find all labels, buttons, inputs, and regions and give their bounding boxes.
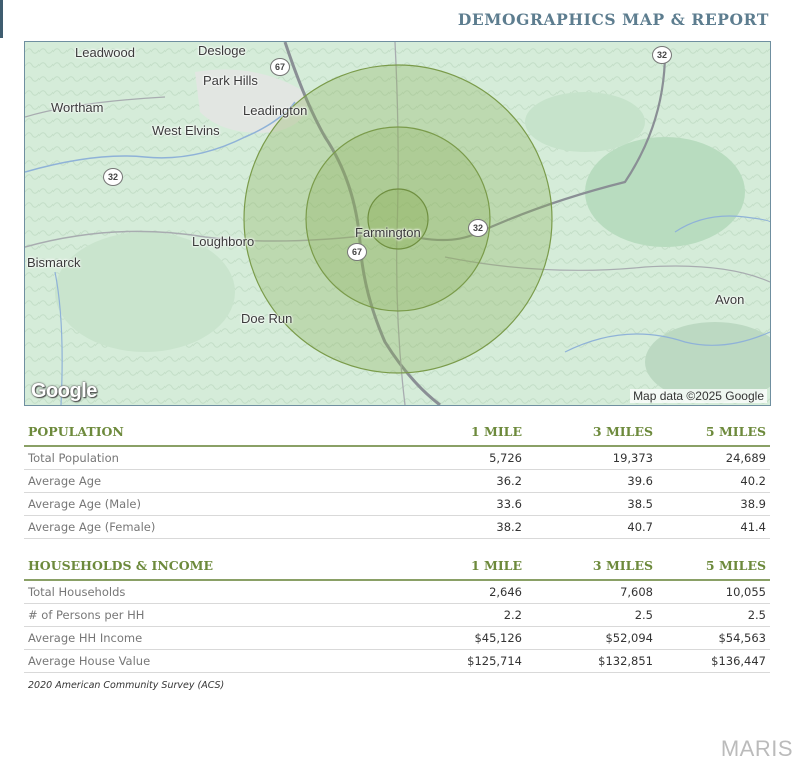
cell-value: 2.5 bbox=[526, 603, 657, 627]
table-row: Average Age (Male) 33.6 38.5 38.9 bbox=[24, 492, 770, 516]
row-label: Average Age bbox=[24, 469, 404, 493]
map-canvas bbox=[25, 42, 770, 405]
source-note: 2020 American Community Survey (ACS) bbox=[28, 680, 225, 691]
cell-value: $132,851 bbox=[526, 649, 657, 673]
cell-value: 33.6 bbox=[404, 492, 526, 516]
cell-value: 2.2 bbox=[404, 603, 526, 627]
cell-value: 24,689 bbox=[657, 446, 770, 470]
table-header-row: POPULATION 1 MILE 3 MILES 5 MILES bbox=[24, 418, 770, 447]
cell-value: $125,714 bbox=[404, 649, 526, 673]
page-title: DEMOGRAPHICS MAP & REPORT bbox=[457, 10, 769, 29]
section-heading: HOUSEHOLDS & INCOME bbox=[24, 552, 404, 581]
place-label-avon: Avon bbox=[715, 292, 745, 307]
table-row: Average House Value $125,714 $132,851 $1… bbox=[24, 649, 770, 673]
row-label: Total Population bbox=[24, 446, 404, 470]
table-row: Average Age 36.2 39.6 40.2 bbox=[24, 469, 770, 493]
column-header: 5 MILES bbox=[657, 418, 770, 447]
cell-value: 40.2 bbox=[657, 469, 770, 493]
route-shield-icon: 32 bbox=[652, 46, 672, 64]
table-row: # of Persons per HH 2.2 2.5 2.5 bbox=[24, 603, 770, 627]
maris-watermark: MARIS bbox=[720, 736, 793, 761]
column-header: 3 MILES bbox=[526, 552, 657, 581]
place-label-farmington: Farmington bbox=[355, 225, 421, 240]
place-label-leadwood: Leadwood bbox=[75, 45, 135, 60]
table-header-row: HOUSEHOLDS & INCOME 1 MILE 3 MILES 5 MIL… bbox=[24, 552, 770, 581]
row-label: Average Age (Female) bbox=[24, 515, 404, 539]
column-header: 1 MILE bbox=[404, 552, 526, 581]
row-label: # of Persons per HH bbox=[24, 603, 404, 627]
cell-value: $45,126 bbox=[404, 626, 526, 650]
row-label: Average Age (Male) bbox=[24, 492, 404, 516]
table-row: Average HH Income $45,126 $52,094 $54,56… bbox=[24, 626, 770, 650]
cell-value: 10,055 bbox=[657, 580, 770, 604]
place-label-desloge: Desloge bbox=[198, 43, 246, 58]
row-label: Average HH Income bbox=[24, 626, 404, 650]
route-shield-icon: 32 bbox=[468, 219, 488, 237]
section-heading: POPULATION bbox=[24, 418, 404, 447]
cell-value: 7,608 bbox=[526, 580, 657, 604]
column-header: 3 MILES bbox=[526, 418, 657, 447]
cell-value: 19,373 bbox=[526, 446, 657, 470]
cell-value: $52,094 bbox=[526, 626, 657, 650]
place-label-wortham: Wortham bbox=[51, 100, 104, 115]
route-shield-icon: 67 bbox=[347, 243, 367, 261]
table-row: Total Population 5,726 19,373 24,689 bbox=[24, 446, 770, 470]
place-label-doe-run: Doe Run bbox=[241, 311, 293, 326]
google-logo: Google bbox=[31, 380, 97, 402]
cell-value: 38.2 bbox=[404, 515, 526, 539]
place-label-leadington: Leadington bbox=[243, 103, 308, 118]
column-header: 1 MILE bbox=[404, 418, 526, 447]
cell-value: 5,726 bbox=[404, 446, 526, 470]
accent-bar bbox=[0, 0, 3, 38]
column-header: 5 MILES bbox=[657, 552, 770, 581]
demographics-map[interactable]: Leadwood Desloge Park Hills Leadington W… bbox=[24, 41, 771, 406]
cell-value: 2,646 bbox=[404, 580, 526, 604]
place-label-west-elvins: West Elvins bbox=[152, 123, 220, 138]
place-label-park-hills: Park Hills bbox=[203, 73, 258, 88]
households-income-table: HOUSEHOLDS & INCOME 1 MILE 3 MILES 5 MIL… bbox=[24, 552, 770, 673]
row-label: Total Households bbox=[24, 580, 404, 604]
cell-value: $54,563 bbox=[657, 626, 770, 650]
place-label-loughboro: Loughboro bbox=[192, 234, 255, 249]
place-label-bismarck: Bismarck bbox=[27, 255, 81, 270]
route-shield-icon: 67 bbox=[270, 58, 290, 76]
cell-value: 2.5 bbox=[657, 603, 770, 627]
table-row: Average Age (Female) 38.2 40.7 41.4 bbox=[24, 515, 770, 539]
route-shield-icon: 32 bbox=[103, 168, 123, 186]
cell-value: 39.6 bbox=[526, 469, 657, 493]
table-row: Total Households 2,646 7,608 10,055 bbox=[24, 580, 770, 604]
population-table: POPULATION 1 MILE 3 MILES 5 MILES Total … bbox=[24, 418, 770, 539]
map-credit[interactable]: Map data ©2025 Google bbox=[630, 389, 767, 403]
row-label: Average House Value bbox=[24, 649, 404, 673]
cell-value: $136,447 bbox=[657, 649, 770, 673]
cell-value: 40.7 bbox=[526, 515, 657, 539]
cell-value: 36.2 bbox=[404, 469, 526, 493]
cell-value: 38.9 bbox=[657, 492, 770, 516]
cell-value: 38.5 bbox=[526, 492, 657, 516]
cell-value: 41.4 bbox=[657, 515, 770, 539]
